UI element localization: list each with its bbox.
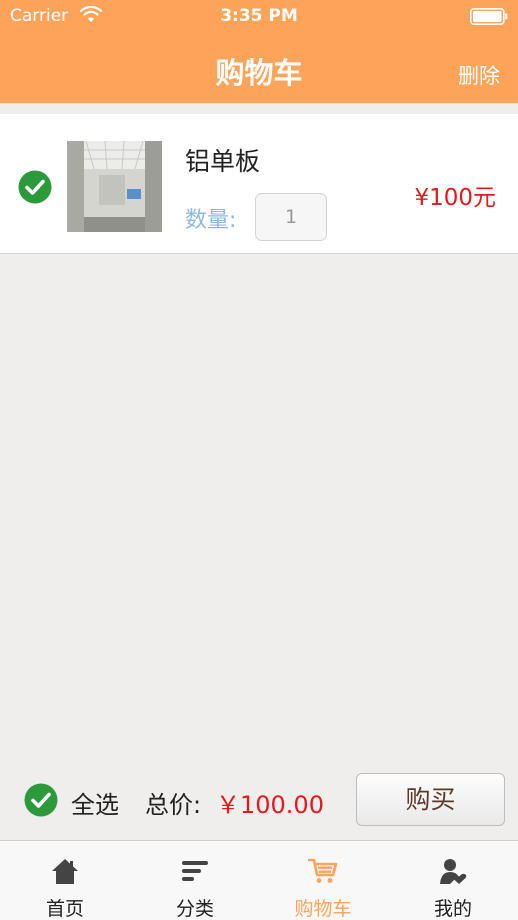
tab-profile[interactable]: 我的 — [388, 841, 518, 920]
select-all-label[interactable]: 全选 — [71, 785, 119, 820]
profile-icon — [440, 859, 467, 884]
tab-label-cart: 购物车 — [294, 898, 352, 920]
quantity-label: 数量: — [185, 208, 237, 233]
product-name: 铝单板 — [185, 147, 261, 176]
product-price: ¥100元 — [414, 185, 496, 211]
header-bar: Carrier 3:35 PM 购物车 删除 — [0, 0, 518, 103]
tab-category[interactable]: 分类 — [130, 841, 260, 920]
delete-button[interactable]: 删除 — [458, 60, 500, 90]
status-time: 3:35 PM — [220, 6, 298, 26]
page-title: 购物车 — [215, 56, 303, 90]
cart-icon — [308, 858, 338, 883]
quantity-field[interactable]: 1 — [255, 193, 327, 241]
buy-button[interactable]: 购买 — [356, 773, 505, 826]
product-thumbnail — [67, 141, 162, 232]
battery-icon — [470, 8, 508, 25]
tab-label-category: 分类 — [175, 898, 214, 920]
home-icon — [52, 859, 78, 884]
tab-label-profile: 我的 — [433, 898, 472, 920]
total-price: ￥100.00 — [216, 791, 324, 819]
tab-label-home: 首页 — [45, 898, 84, 920]
tab-bar: 首页 分类 购物车 我的 — [0, 840, 518, 920]
category-icon — [182, 861, 208, 881]
total-label: 总价: — [145, 791, 202, 819]
select-all-checkmark-icon[interactable] — [24, 783, 58, 817]
tab-home[interactable]: 首页 — [0, 841, 130, 920]
status-bar: Carrier 3:35 PM — [0, 0, 518, 34]
item-checkmark-icon[interactable] — [18, 170, 52, 204]
tab-cart[interactable]: 购物车 — [258, 841, 388, 920]
